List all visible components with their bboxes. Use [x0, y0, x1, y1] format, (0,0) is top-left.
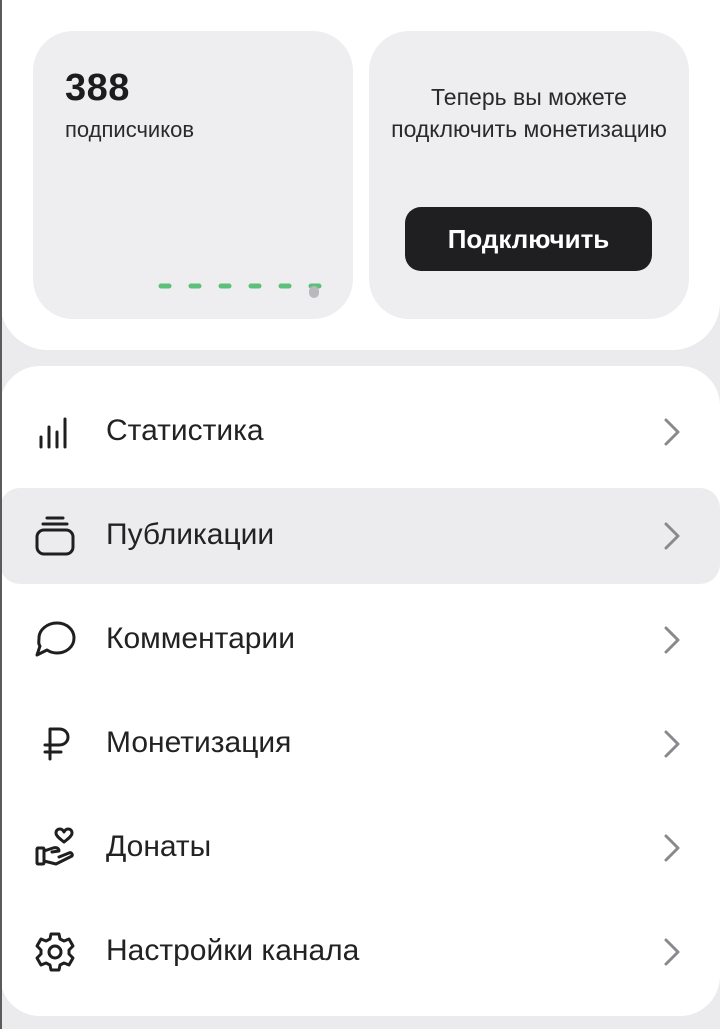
- menu-item-comments[interactable]: Комментарии: [0, 592, 720, 688]
- chevron-right-icon: [664, 938, 680, 966]
- menu-item-label: Публикации: [106, 518, 275, 551]
- subscribers-card[interactable]: 388 подписчиков: [33, 31, 353, 319]
- menu-item-publications[interactable]: Публикации: [0, 488, 720, 584]
- chart-bar-6: [309, 286, 319, 298]
- menu-item-donations[interactable]: Донаты: [0, 800, 720, 896]
- monetization-promo-text: Теперь вы можете подключить монетизацию: [391, 84, 667, 142]
- connect-monetization-button[interactable]: Подключить: [405, 207, 652, 271]
- publications-stack-icon: [35, 516, 75, 556]
- hand-heart-icon: [35, 827, 74, 866]
- menu-item-label: Донаты: [106, 830, 212, 863]
- window-edge: [0, 0, 2, 1029]
- speech-bubble-icon: [35, 621, 76, 657]
- chevron-right-icon: [664, 522, 680, 550]
- subscribers-label: подписчиков: [65, 117, 195, 142]
- menu-item-label: Монетизация: [106, 726, 292, 759]
- menu-item-label: Настройки канала: [106, 934, 360, 967]
- menu-item-channel-settings[interactable]: Настройки канала: [0, 904, 720, 1000]
- bar-chart-icon: [39, 417, 67, 449]
- chevron-right-icon: [664, 730, 680, 758]
- channel-menu: Статистика Публикации Комментарии Монети…: [0, 366, 720, 1016]
- menu-item-statistics[interactable]: Статистика: [0, 384, 720, 480]
- chevron-right-icon: [664, 834, 680, 862]
- menu-item-label: Комментарии: [106, 622, 295, 655]
- menu-item-label: Статистика: [106, 414, 264, 447]
- monetization-card: Теперь вы можете подключить монетизацию …: [369, 31, 689, 319]
- chevron-right-icon: [664, 626, 680, 654]
- subscribers-count: 388: [65, 67, 130, 109]
- ruble-icon: [43, 727, 70, 761]
- menu-item-monetization[interactable]: Монетизация: [0, 696, 720, 792]
- gear-icon: [35, 932, 75, 972]
- subscribers-mini-chart: [158, 283, 322, 298]
- chevron-right-icon: [664, 418, 680, 446]
